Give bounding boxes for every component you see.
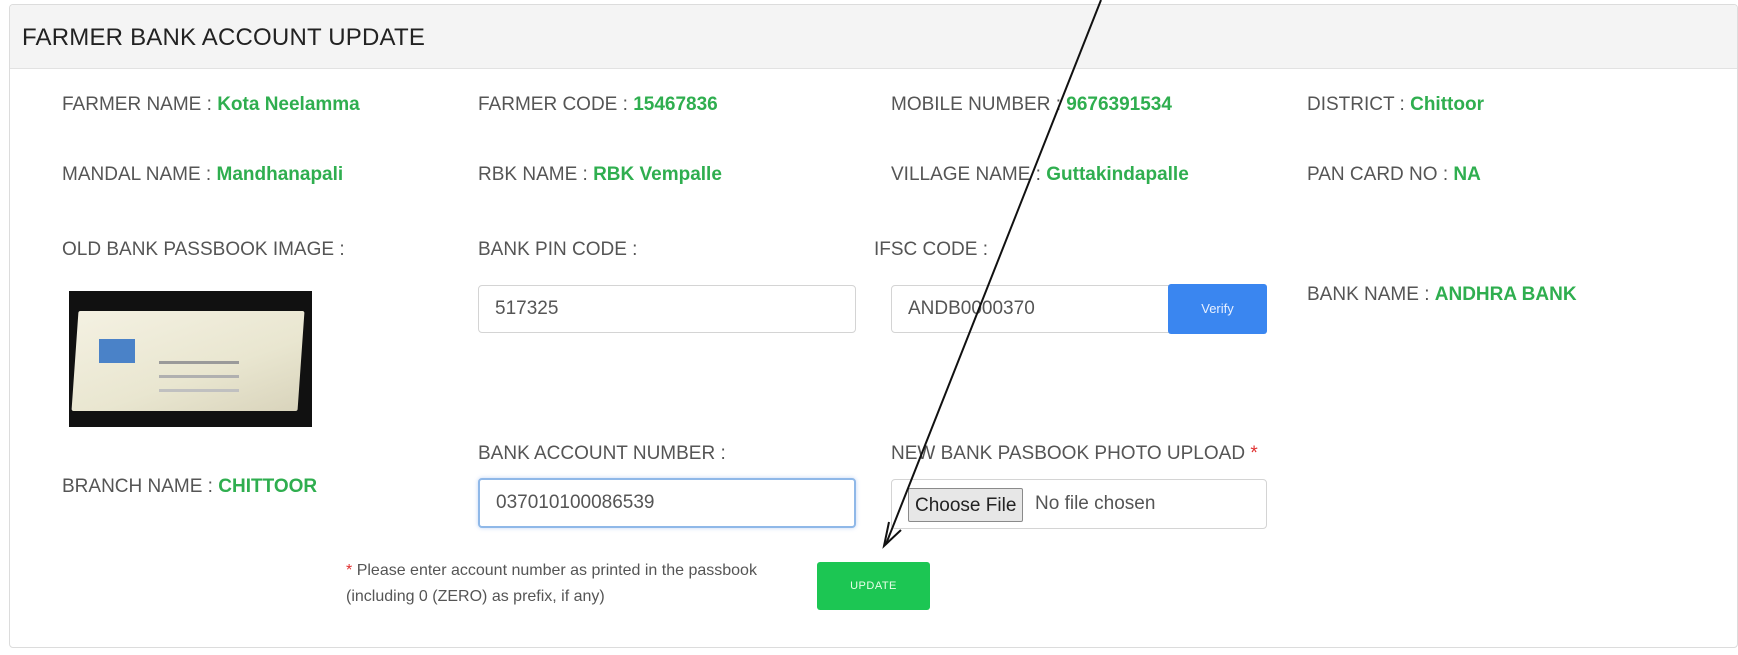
district-label: DISTRICT : xyxy=(1307,94,1411,115)
account-number-label: BANK ACCOUNT NUMBER : xyxy=(478,443,726,464)
passbook-photo-icon[interactable] xyxy=(69,291,312,427)
page-title: FARMER BANK ACCOUNT UPDATE xyxy=(22,24,426,51)
mobile-number-field: MOBILE NUMBER : 9676391534 xyxy=(891,94,1172,116)
farmer-code-label: FARMER CODE : xyxy=(478,94,634,115)
bank-pin-input[interactable]: 517325 xyxy=(478,285,856,333)
mobile-number-label: MOBILE NUMBER : xyxy=(891,94,1067,115)
branch-name-field: BRANCH NAME : CHITTOOR xyxy=(62,476,317,498)
farmer-code-field: FARMER CODE : 15467836 xyxy=(478,94,718,116)
verify-button[interactable]: Verify xyxy=(1168,284,1267,334)
mandal-name-value: Mandhanapali xyxy=(216,164,344,185)
village-name-value: Guttakindapalle xyxy=(1046,164,1189,185)
passbook-photo-patch xyxy=(99,339,135,363)
choose-file-button[interactable]: Choose File xyxy=(908,488,1024,522)
note-text: Please enter account number as printed i… xyxy=(346,562,757,605)
district-field: DISTRICT : Chittoor xyxy=(1307,94,1484,116)
update-button[interactable]: UPDATE xyxy=(817,562,930,610)
pan-card-field: PAN CARD NO : NA xyxy=(1307,164,1481,186)
upload-label-text: NEW BANK PASBOOK PHOTO UPLOAD xyxy=(891,443,1246,464)
farmer-code-value: 15467836 xyxy=(633,94,718,115)
bank-pin-label: BANK PIN CODE : xyxy=(478,239,638,260)
bank-name-field: BANK NAME : ANDHRA BANK xyxy=(1307,284,1577,306)
ifsc-label: IFSC CODE : xyxy=(874,239,989,260)
rbk-name-value: RBK Vempalle xyxy=(593,164,722,185)
upload-field-label: NEW BANK PASBOOK PHOTO UPLOAD * xyxy=(891,443,1258,465)
pan-card-label: PAN CARD NO : xyxy=(1307,164,1454,185)
farmer-name-label: FARMER NAME : xyxy=(62,94,218,115)
rbk-name-field: RBK NAME : RBK Vempalle xyxy=(478,164,722,186)
required-star: * xyxy=(1250,443,1258,464)
rbk-name-label: RBK NAME : xyxy=(478,164,594,185)
farmer-name-field: FARMER NAME : Kota Neelamma xyxy=(62,94,360,116)
no-file-text: No file chosen xyxy=(1035,493,1156,514)
mandal-name-field: MANDAL NAME : Mandhanapali xyxy=(62,164,343,186)
bank-name-label: BANK NAME : xyxy=(1307,284,1435,305)
account-number-note: * Please enter account number as printed… xyxy=(346,558,826,610)
card-header: FARMER BANK ACCOUNT UPDATE xyxy=(10,5,1737,69)
ifsc-input[interactable]: ANDB0000370 xyxy=(891,285,1171,333)
passbook-text-lines xyxy=(159,361,239,364)
pan-card-value: NA xyxy=(1453,164,1481,185)
note-star: * xyxy=(346,562,353,579)
mobile-number-value: 9676391534 xyxy=(1066,94,1172,115)
account-number-input[interactable]: 037010100086539 xyxy=(478,478,856,528)
old-passbook-label: OLD BANK PASSBOOK IMAGE : xyxy=(62,239,345,260)
branch-name-label: BRANCH NAME : xyxy=(62,476,219,497)
passbook-upload-input[interactable]: Choose File No file chosen xyxy=(891,479,1267,529)
farmer-name-value: Kota Neelamma xyxy=(217,94,360,115)
village-name-label: VILLAGE NAME : xyxy=(891,164,1047,185)
district-value: Chittoor xyxy=(1410,94,1484,115)
bank-name-value: ANDHRA BANK xyxy=(1434,284,1577,305)
village-name-field: VILLAGE NAME : Guttakindapalle xyxy=(891,164,1189,186)
branch-name-value: CHITTOOR xyxy=(218,476,318,497)
mandal-name-label: MANDAL NAME : xyxy=(62,164,217,185)
